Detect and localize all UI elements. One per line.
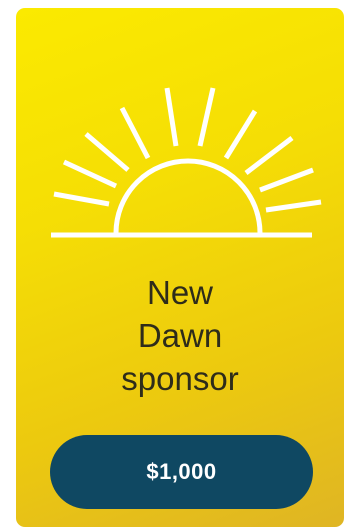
sponsorship-card[interactable]: New Dawn sponsor $1,000 [16, 8, 344, 527]
tier-title-line: Dawn [137, 317, 223, 354]
tier-title-line: sponsor [121, 360, 239, 397]
sun-ray [53, 191, 110, 207]
tier-title: New Dawn sponsor [16, 271, 344, 400]
sun-ray [164, 87, 179, 147]
tier-title-line: New [146, 274, 214, 311]
sun-ray [197, 87, 216, 147]
sun-arc [113, 158, 263, 234]
sun-ray [265, 199, 322, 213]
sun-ray [259, 167, 314, 193]
sun-ray [244, 136, 294, 175]
sun-ray [119, 106, 151, 160]
sun-ray [84, 132, 130, 172]
rising-sun-icon [51, 87, 322, 238]
price-button[interactable]: $1,000 [50, 435, 313, 509]
sun-ray [62, 159, 118, 189]
sun-ray [223, 109, 258, 160]
